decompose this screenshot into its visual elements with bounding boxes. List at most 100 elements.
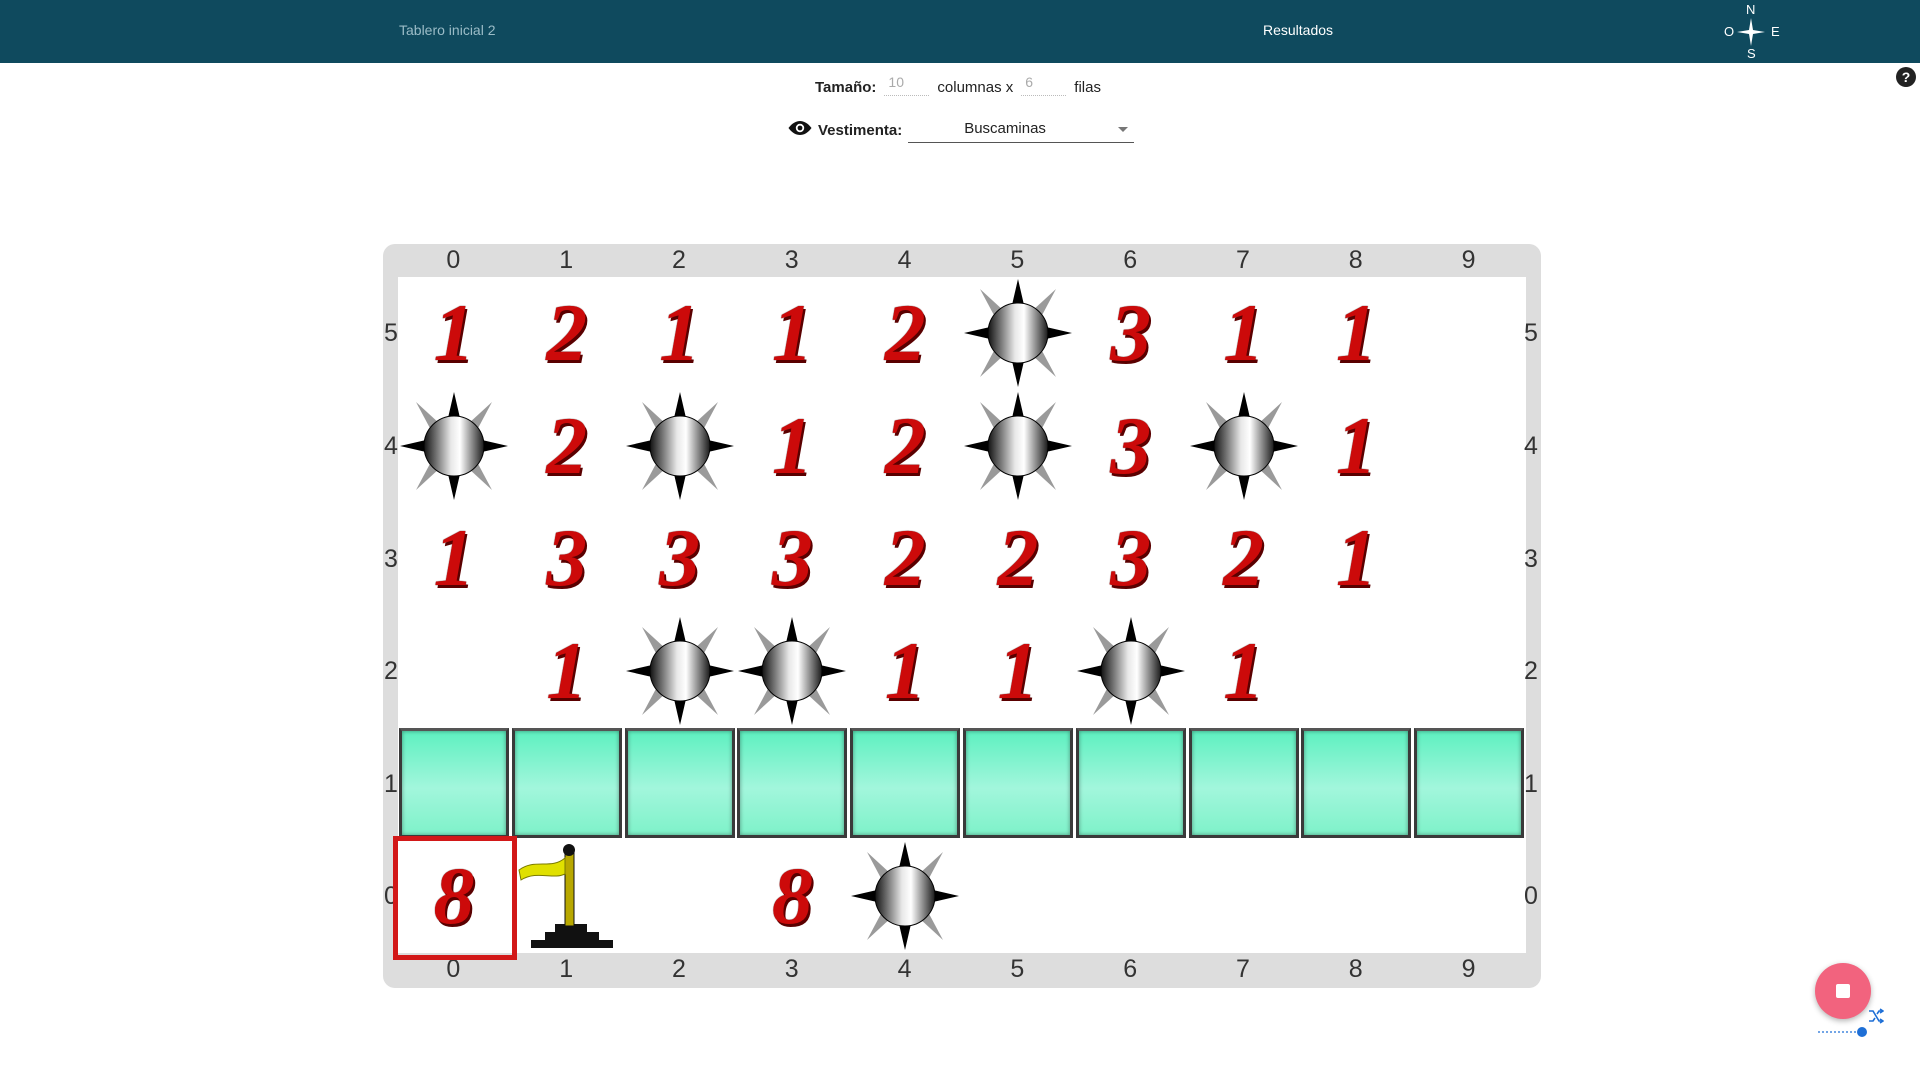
board-cell[interactable]: 1: [511, 615, 623, 727]
row-label-right: 4: [1524, 431, 1538, 460]
cell-number: 1: [1335, 512, 1377, 604]
board-cell[interactable]: [962, 727, 1074, 839]
col-label-top: 5: [1010, 246, 1025, 274]
speed-slider[interactable]: [1818, 1026, 1868, 1038]
board-cell[interactable]: [849, 840, 961, 952]
board-cell[interactable]: [736, 727, 848, 839]
cell-number: 3: [1110, 512, 1152, 604]
board-cell[interactable]: [511, 727, 623, 839]
board-cell[interactable]: 2: [849, 502, 961, 614]
board-cell[interactable]: 2: [849, 390, 961, 502]
board-cell[interactable]: [1188, 727, 1300, 839]
board-cell[interactable]: [1075, 727, 1187, 839]
board-cell[interactable]: 3: [624, 502, 736, 614]
board-cell[interactable]: [962, 390, 1074, 502]
row-label-left: 0: [384, 882, 398, 911]
board-cell[interactable]: 1: [398, 502, 510, 614]
board-cell[interactable]: [849, 727, 961, 839]
board-cell[interactable]: 1: [398, 277, 510, 389]
col-label-bottom: 7: [1236, 955, 1250, 983]
cell-number: 2: [546, 399, 588, 491]
mine-icon: [962, 390, 1074, 507]
mine-icon: [624, 615, 736, 732]
board-cell[interactable]: [624, 615, 736, 727]
col-label-top: 6: [1123, 246, 1138, 274]
board-cell[interactable]: 3: [736, 502, 848, 614]
tab-results[interactable]: Resultados: [1263, 22, 1333, 38]
compass-west-label: O: [1724, 24, 1735, 39]
board-cell[interactable]: [962, 277, 1074, 389]
columns-label: columnas x: [937, 79, 1014, 96]
row-label-right: 1: [1524, 769, 1538, 798]
stop-button[interactable]: [1815, 963, 1871, 1019]
board-cell[interactable]: 1: [1300, 390, 1412, 502]
board-cell[interactable]: 1: [624, 277, 736, 389]
col-label-bottom: 0: [446, 955, 461, 983]
board-cell[interactable]: 3: [1075, 502, 1187, 614]
cell-number: 2: [884, 287, 926, 378]
board-cell[interactable]: 1: [1300, 502, 1412, 614]
board-cell[interactable]: [1300, 727, 1412, 839]
outfit-select[interactable]: Buscaminas: [908, 117, 1135, 143]
board-cell[interactable]: 1: [849, 615, 961, 727]
board-cell[interactable]: 2: [511, 277, 623, 389]
board-cell[interactable]: 3: [1075, 390, 1187, 502]
eye-icon[interactable]: [788, 120, 812, 140]
rows-input[interactable]: 6: [1021, 74, 1067, 96]
cell-number: 3: [1110, 399, 1152, 491]
board-cell[interactable]: 1: [736, 277, 848, 389]
row-label-left: 2: [384, 657, 398, 686]
board-cell[interactable]: [511, 840, 623, 952]
covered-tile: [1301, 728, 1412, 839]
col-label-top: 3: [784, 246, 799, 274]
board-cell[interactable]: 1: [1188, 615, 1300, 727]
covered-tile: [737, 728, 848, 839]
board-cell[interactable]: [398, 727, 510, 839]
board-cell[interactable]: 1: [1300, 277, 1412, 389]
board-cell[interactable]: 1: [736, 390, 848, 502]
row-label-right: 3: [1524, 544, 1538, 573]
board-cell[interactable]: 2: [962, 502, 1074, 614]
board-cell[interactable]: 1: [962, 615, 1074, 727]
col-label-bottom: 6: [1123, 955, 1138, 983]
col-label-bottom: 9: [1461, 955, 1476, 983]
cell-number: 3: [1110, 287, 1152, 378]
cell-number: 1: [433, 512, 475, 604]
mine-icon: [1188, 390, 1300, 507]
compass-east-label: E: [1771, 24, 1780, 39]
board-cell[interactable]: 8: [736, 840, 848, 952]
cell-number: 8: [771, 850, 813, 941]
covered-tile: [1075, 728, 1186, 839]
col-label-top: 1: [559, 246, 574, 274]
cell-number: 8: [433, 850, 475, 941]
shuffle-icon[interactable]: [1868, 1008, 1884, 1024]
board-cell[interactable]: 2: [1188, 502, 1300, 614]
help-icon[interactable]: ?: [1896, 67, 1916, 87]
board-cell[interactable]: 3: [511, 502, 623, 614]
cell-number: 1: [771, 287, 813, 378]
mine-icon: [1075, 615, 1187, 732]
col-label-top: 2: [672, 246, 686, 274]
covered-tile: [624, 728, 735, 839]
board-cell[interactable]: 1: [1188, 277, 1300, 389]
board-cell[interactable]: [1188, 390, 1300, 502]
board-cell[interactable]: [624, 390, 736, 502]
board-cell[interactable]: 2: [849, 277, 961, 389]
board-cell[interactable]: [1413, 727, 1525, 839]
mine-icon: [624, 390, 736, 507]
board-cell[interactable]: 2: [511, 390, 623, 502]
col-label-bottom: 3: [784, 955, 799, 983]
board-cell[interactable]: 3: [1075, 277, 1187, 389]
board-cell[interactable]: 8: [398, 840, 510, 952]
tab-initial-board[interactable]: Tablero inicial 2: [399, 22, 496, 38]
board-cell[interactable]: [398, 390, 510, 502]
board-cell[interactable]: [1075, 615, 1187, 727]
mine-icon: [962, 277, 1074, 394]
mine-icon: [398, 390, 510, 507]
row-label-left: 4: [384, 431, 398, 460]
board-cell[interactable]: [624, 727, 736, 839]
cell-number: 3: [771, 512, 813, 604]
board-cell[interactable]: [736, 615, 848, 727]
columns-input[interactable]: 10: [884, 74, 930, 96]
cell-number: 2: [884, 399, 926, 491]
